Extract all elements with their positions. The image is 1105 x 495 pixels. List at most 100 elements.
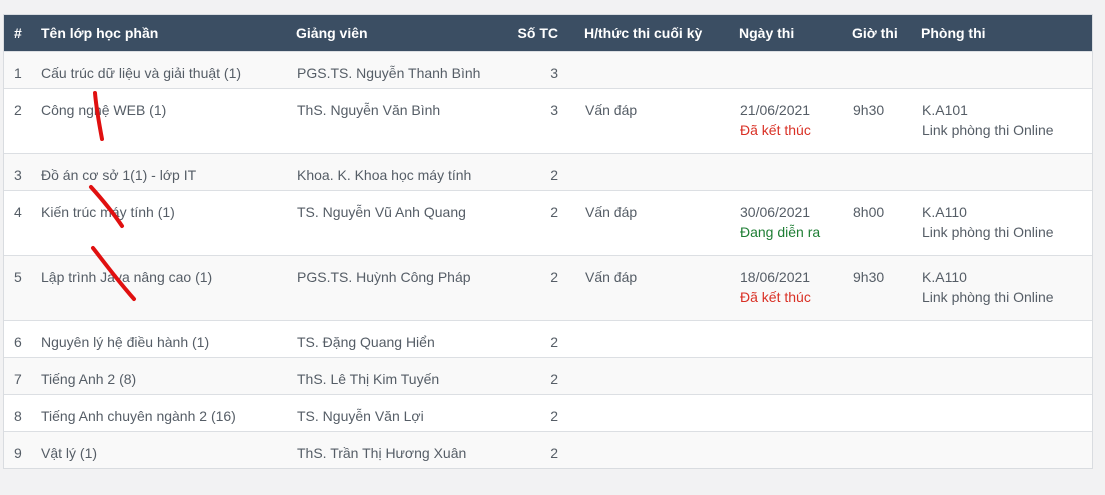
online-exam-room-link[interactable]: Link phòng thi Online — [922, 120, 1091, 140]
cell-exam-room: K.A110 Link phòng thi Online — [921, 190, 1092, 255]
cell-course-name-text: Đồ án cơ sở 1(1) - lớp IT — [41, 166, 197, 183]
table-row: 1 Cấu trúc dữ liệu và giải thuật (1) PGS.T… — [4, 51, 1092, 88]
table-row: 4 Kiến trúc máy tính (1) TS. Nguyễn Vũ Anh… — [4, 190, 1092, 255]
header-exam-date: Ngày thi — [739, 24, 795, 41]
cell-lecturer-text: TS. Đặng Quang Hiển — [297, 333, 435, 350]
cell-exam-room-text: K.A110 — [922, 203, 967, 220]
cell-lecturer-text: Khoa. K. Khoa học máy tính — [297, 166, 472, 183]
cell-credits-text: 2 — [550, 203, 558, 220]
cell-credits: 2 — [505, 255, 584, 320]
cell-index: 4 — [4, 190, 41, 255]
cell-course-name: Cấu trúc dữ liệu và giải thuật (1) — [41, 51, 296, 88]
cell-course-name-text: Nguyên lý hệ điều hành (1) — [41, 333, 210, 350]
exam-status-label: Đã kết thúc — [740, 121, 811, 138]
cell-course-name-text: Kiến trúc máy tính (1) — [41, 203, 175, 220]
cell-exam-time — [852, 320, 921, 357]
exam-schedule-table: # Tên lớp học phần Giảng viên Số TC H/th… — [4, 15, 1092, 468]
online-exam-room-link[interactable]: Link phòng thi Online — [922, 222, 1091, 242]
cell-exam-room-text: K.A110 — [922, 268, 967, 285]
cell-exam-form — [584, 153, 739, 190]
cell-exam-room — [921, 320, 1092, 357]
cell-exam-room: K.A110 Link phòng thi Online — [921, 255, 1092, 320]
cell-exam-time-text: 9h30 — [853, 101, 885, 118]
cell-exam-room — [921, 394, 1092, 431]
cell-index-text: 6 — [14, 333, 22, 350]
cell-course-name: Tiếng Anh 2 (8) — [41, 357, 296, 394]
header-exam-form: H/thức thi cuối kỳ — [584, 24, 703, 41]
cell-exam-time: 9h30 — [852, 88, 921, 153]
cell-course-name-text: Công nghệ WEB (1) — [41, 101, 167, 118]
cell-exam-time — [852, 51, 921, 88]
cell-credits-text: 2 — [550, 407, 558, 424]
cell-lecturer: PGS.TS. Huỳnh Công Pháp — [296, 255, 505, 320]
cell-lecturer-text: TS. Nguyễn Vũ Anh Quang — [297, 203, 466, 220]
header-exam-room: Phòng thi — [921, 24, 986, 41]
cell-exam-date — [739, 153, 852, 190]
cell-credits: 2 — [505, 153, 584, 190]
cell-exam-time — [852, 357, 921, 394]
cell-lecturer-text: PGS.TS. Nguyễn Thanh Bình — [297, 64, 481, 81]
cell-credits-text: 2 — [550, 166, 558, 183]
cell-exam-date — [739, 394, 852, 431]
cell-lecturer: TS. Nguyễn Văn Lợi — [296, 394, 505, 431]
cell-index-text: 1 — [14, 64, 22, 81]
table-row: 5 Lập trình Java nâng cao (1) PGS.TS. Huỳn… — [4, 255, 1092, 320]
cell-lecturer-text: PGS.TS. Huỳnh Công Pháp — [297, 268, 471, 285]
cell-credits: 2 — [505, 357, 584, 394]
cell-credits: 2 — [505, 431, 584, 468]
cell-exam-form — [584, 394, 739, 431]
cell-credits: 2 — [505, 320, 584, 357]
cell-lecturer-text: ThS. Nguyễn Văn Bình — [297, 101, 441, 118]
table-row: 6 Nguyên lý hệ điều hành (1) TS. Đặng Quan… — [4, 320, 1092, 357]
table-row: 7 Tiếng Anh 2 (8) ThS. Lê Thị Kim Tuyến 2 — [4, 357, 1092, 394]
cell-credits-text: 2 — [550, 444, 558, 461]
cell-exam-form — [584, 320, 739, 357]
cell-exam-time-text: 9h30 — [853, 268, 885, 285]
cell-index: 9 — [4, 431, 41, 468]
cell-index: 5 — [4, 255, 41, 320]
cell-lecturer: TS. Đặng Quang Hiển — [296, 320, 505, 357]
cell-course-name: Vật lý (1) — [41, 431, 296, 468]
cell-index: 1 — [4, 51, 41, 88]
cell-index: 2 — [4, 88, 41, 153]
cell-credits-text: 3 — [550, 101, 558, 118]
cell-lecturer: PGS.TS. Nguyễn Thanh Bình — [296, 51, 505, 88]
cell-exam-room — [921, 153, 1092, 190]
cell-exam-time — [852, 431, 921, 468]
cell-exam-form — [584, 51, 739, 88]
header-exam-time: Giờ thi — [852, 24, 898, 41]
cell-lecturer: Khoa. K. Khoa học máy tính — [296, 153, 505, 190]
header-lecturer: Giảng viên — [296, 24, 368, 41]
cell-exam-form: Vấn đáp — [584, 88, 739, 153]
table-row: 2 Công nghệ WEB (1) ThS. Nguyễn Văn Bình 3 V… — [4, 88, 1092, 153]
cell-course-name-text: Cấu trúc dữ liệu và giải thuật (1) — [41, 64, 242, 81]
cell-course-name: Tiếng Anh chuyên ngành 2 (16) — [41, 394, 296, 431]
cell-exam-room-text: K.A101 — [922, 101, 968, 118]
cell-credits-text: 2 — [550, 268, 558, 285]
cell-index-text: 5 — [14, 268, 22, 285]
cell-course-name-text: Lập trình Java nâng cao (1) — [41, 268, 213, 285]
cell-exam-time: 9h30 — [852, 255, 921, 320]
cell-index-text: 2 — [14, 101, 22, 118]
cell-exam-form: Vấn đáp — [584, 255, 739, 320]
cell-exam-time — [852, 394, 921, 431]
table-body: 1 Cấu trúc dữ liệu và giải thuật (1) PGS.T… — [4, 51, 1092, 468]
exam-status-label: Đang diễn ra — [740, 223, 821, 240]
cell-exam-room — [921, 51, 1092, 88]
cell-lecturer: ThS. Trần Thị Hương Xuân — [296, 431, 505, 468]
cell-lecturer: TS. Nguyễn Vũ Anh Quang — [296, 190, 505, 255]
cell-course-name: Lập trình Java nâng cao (1) — [41, 255, 296, 320]
cell-exam-date: 21/06/2021 Đã kết thúc — [739, 88, 852, 153]
cell-course-name: Nguyên lý hệ điều hành (1) — [41, 320, 296, 357]
cell-index-text: 3 — [14, 166, 22, 183]
header-row: # Tên lớp học phần Giảng viên Số TC H/th… — [4, 15, 1092, 51]
cell-index-text: 8 — [14, 407, 22, 424]
cell-exam-date — [739, 320, 852, 357]
cell-exam-room — [921, 357, 1092, 394]
table-header: # Tên lớp học phần Giảng viên Số TC H/th… — [4, 15, 1092, 51]
online-exam-room-link[interactable]: Link phòng thi Online — [922, 287, 1091, 307]
cell-lecturer-text: ThS. Lê Thị Kim Tuyến — [297, 370, 440, 387]
cell-exam-form-text: Vấn đáp — [585, 101, 638, 118]
cell-exam-date-text: 18/06/2021 — [740, 268, 811, 285]
cell-credits-text: 2 — [550, 370, 558, 387]
